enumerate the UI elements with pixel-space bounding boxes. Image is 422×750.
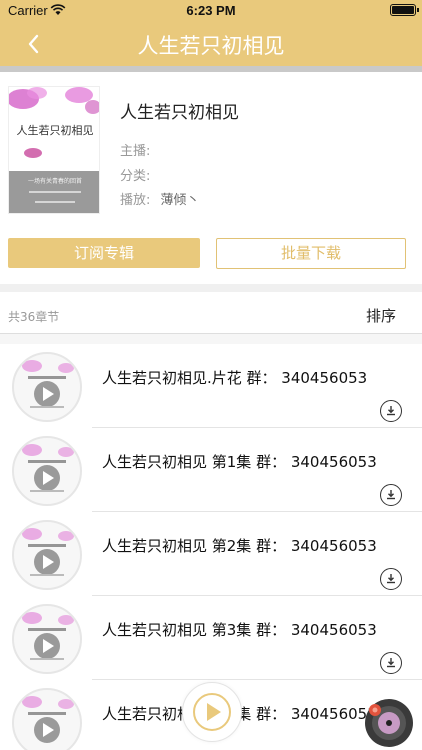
download-icon [387,490,395,500]
now-playing-disc[interactable] [364,698,414,748]
section-divider [0,284,422,292]
category-label: 分类: [120,169,151,184]
narrator-label: 播放: [120,193,151,208]
list-header-band [0,334,422,344]
battery-icon [390,4,419,16]
host-row: 主播: [120,140,150,159]
host-label: 主播: [120,144,151,159]
status-bar: Carrier 6:23 PM [0,0,422,22]
cover-subtitle-text: 一场有关青春的回首 [28,177,82,185]
narrator-row: 播放: 薄倾丶 [120,189,200,208]
episode-download-button[interactable] [380,400,402,422]
episode-download-button[interactable] [380,652,402,674]
clock: 6:23 PM [186,3,236,18]
narrator-value: 薄倾丶 [160,193,200,208]
episode-thumbnail [12,688,82,750]
category-row: 分类: [120,165,150,184]
nav-bar: Carrier 6:23 PM 人生若只初相见 [0,0,422,72]
album-cover: 人生若只初相见 一场有关青春的回首 [8,86,100,214]
batch-download-button[interactable]: 批量下载 [216,238,406,269]
download-icon [387,406,395,416]
cover-title-text: 人生若只初相见 [17,123,94,137]
episode-thumbnail [12,604,82,674]
episode-download-button[interactable] [380,568,402,590]
episode-download-button[interactable] [380,484,402,506]
download-icon [387,574,395,584]
episode-row[interactable]: 人生若只初相见 第2集 群： 340456053 [0,512,422,596]
episode-title: 人生若只初相见 第2集 群： 340456053 [102,537,377,555]
chapter-count: 共36章节 [8,310,60,324]
episode-title: 人生若只初相见 第3集 群： 340456053 [102,621,377,639]
episode-row[interactable]: 人生若只初相见.片花 群： 340456053 [0,344,422,428]
episode-title: 人生若只初相见.片花 群： 340456053 [102,369,368,387]
subscribe-album-button[interactable]: 订阅专辑 [8,238,200,268]
album-title: 人生若只初相见 [120,103,239,123]
download-icon [387,658,395,668]
episode-thumbnail [12,520,82,590]
vinyl-disc-icon [365,699,413,747]
page-title: 人生若只初相见 [137,34,285,58]
episode-thumbnail [12,436,82,506]
episode-title: 人生若只初相见 第1集 群： 340456053 [102,453,377,471]
nav-shadow-divider [0,66,422,72]
play-icon [193,693,231,731]
floating-play-button[interactable] [182,682,242,742]
episode-thumbnail [12,352,82,422]
episode-row[interactable]: 人生若只初相见 第1集 群： 340456053 [0,428,422,512]
episode-row[interactable]: 人生若只初相见 第3集 群： 340456053 [0,596,422,680]
sort-button[interactable]: 排序 [366,305,396,326]
